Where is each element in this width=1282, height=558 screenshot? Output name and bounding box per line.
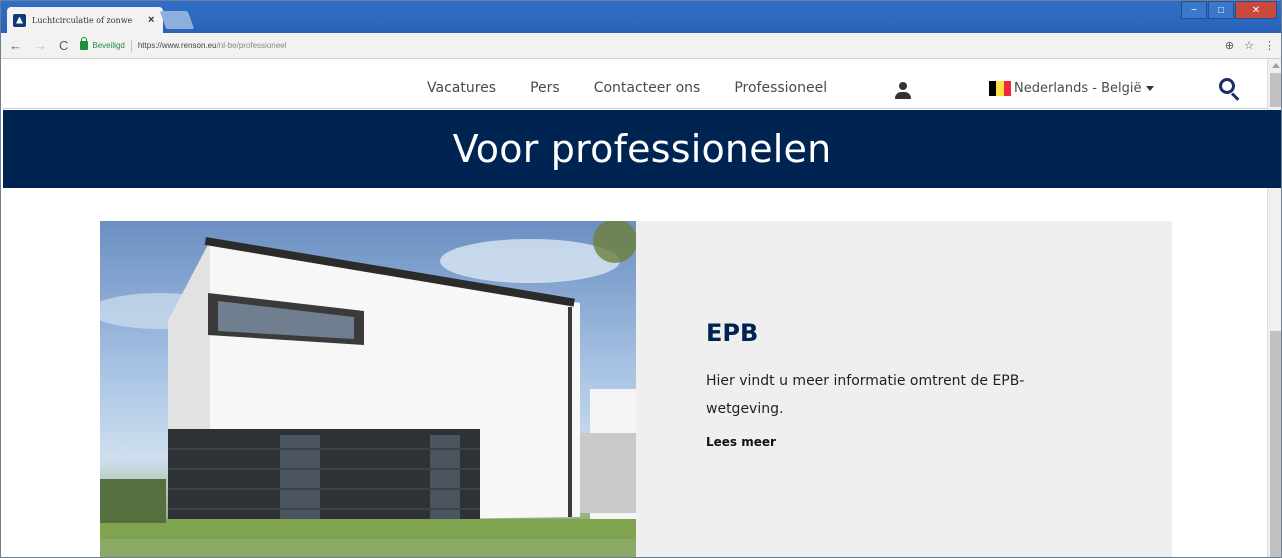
- flag-stripe-red: [1003, 81, 1011, 96]
- back-button[interactable]: ←: [9, 38, 22, 53]
- language-selector[interactable]: Nederlands - België: [989, 81, 1154, 96]
- url-base: https://www.renson.eu: [137, 41, 217, 50]
- read-more-link[interactable]: Lees meer: [706, 435, 1086, 449]
- nav-item-vacatures[interactable]: Vacatures: [427, 80, 496, 96]
- window-controls: − □ ✕: [1180, 1, 1277, 19]
- search-icon[interactable]: [1219, 78, 1241, 101]
- scroll-up-arrow-icon[interactable]: [1272, 63, 1280, 68]
- tab-strip: Luchtcirculatie of zonwe × − □ ✕: [1, 1, 1281, 33]
- belgium-flag-icon: [989, 81, 1011, 96]
- forward-button[interactable]: →: [34, 38, 47, 53]
- url-divider: [130, 39, 132, 52]
- card-title: EPB: [706, 319, 759, 347]
- epb-card: EPB Hier vindt u meer informatie omtrent…: [100, 221, 1172, 557]
- scrollbar-thumb-top[interactable]: [1270, 73, 1281, 107]
- flag-stripe-black: [989, 81, 997, 96]
- tab-close-icon[interactable]: ×: [148, 14, 154, 26]
- minimize-button[interactable]: −: [1181, 1, 1207, 19]
- new-tab-button[interactable]: [159, 11, 195, 29]
- url-path: /nl-be/professioneel: [216, 41, 287, 50]
- search-icon-handle: [1230, 92, 1240, 101]
- favicon-icon: [13, 13, 26, 27]
- zoom-icon[interactable]: ⊕: [1225, 39, 1234, 52]
- nav-item-professioneel[interactable]: Professioneel: [734, 80, 827, 96]
- reload-button[interactable]: C: [59, 38, 68, 53]
- url-field[interactable]: https://www.renson.eu/nl-be/professionee…: [138, 41, 287, 50]
- browser-menu-icon[interactable]: ⋮: [1264, 39, 1275, 52]
- maximize-button[interactable]: □: [1208, 1, 1234, 19]
- user-icon-body: [895, 92, 911, 99]
- flag-stripe-yellow: [996, 81, 1004, 96]
- secure-label: Beveiligd: [92, 41, 125, 50]
- site-header: Vacatures Pers Contacteer ons Profession…: [3, 59, 1267, 109]
- user-account-icon[interactable]: [894, 82, 912, 100]
- address-bar: ← → C Beveiligd https://www.renson.eu/nl…: [1, 33, 1281, 59]
- house-illustration: [100, 221, 636, 557]
- browser-window: Luchtcirculatie of zonwe × − □ ✕ ← → C B…: [0, 0, 1282, 558]
- nav-item-pers[interactable]: Pers: [530, 80, 560, 96]
- hero-banner: Voor professionelen: [3, 110, 1281, 188]
- scrollbar-thumb[interactable]: [1270, 331, 1281, 557]
- tab-title: Luchtcirculatie of zonwe: [32, 15, 133, 25]
- lock-icon: [80, 37, 89, 50]
- address-bar-actions: ⊕ ☆ ⋮: [1225, 39, 1275, 52]
- bookmark-star-icon[interactable]: ☆: [1244, 39, 1254, 52]
- chevron-down-icon: [1145, 86, 1154, 91]
- browser-tab[interactable]: Luchtcirculatie of zonwe ×: [7, 7, 163, 33]
- top-nav: Vacatures Pers Contacteer ons Profession…: [427, 80, 861, 96]
- close-window-button[interactable]: ✕: [1235, 1, 1277, 19]
- language-label: Nederlands - België: [1014, 81, 1142, 96]
- main-content: EPB Hier vindt u meer informatie omtrent…: [3, 189, 1267, 557]
- page-title: Voor professionelen: [452, 127, 832, 171]
- user-icon-head: [899, 82, 907, 90]
- card-text: EPB Hier vindt u meer informatie omtrent…: [706, 319, 1086, 449]
- nav-item-contacteer-ons[interactable]: Contacteer ons: [594, 80, 701, 96]
- card-description: Hier vindt u meer informatie omtrent de …: [706, 373, 1025, 417]
- house-photo: [100, 221, 636, 557]
